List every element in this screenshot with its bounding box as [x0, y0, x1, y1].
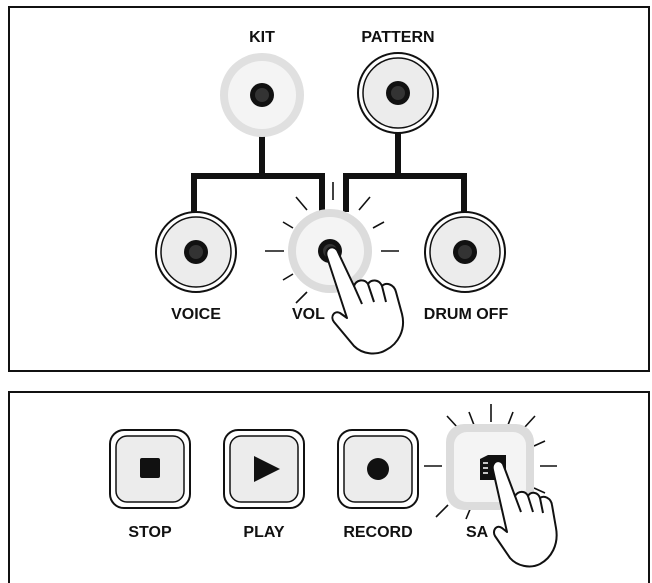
voice-knob[interactable] [155, 211, 237, 293]
control-diagram: KIT PATTERN VOICE VOL DRUM OFF STOP PLAY… [109, 29, 558, 568]
volume-label: VOL [292, 306, 325, 323]
stop-label: STOP [128, 524, 172, 541]
drum-off-label: DRUM OFF [424, 306, 509, 323]
pattern-label: PATTERN [361, 29, 434, 46]
kit-knob[interactable] [220, 53, 304, 137]
record-dot-icon [367, 458, 389, 480]
play-label: PLAY [243, 524, 285, 541]
voice-label: VOICE [171, 306, 221, 323]
drum-off-knob[interactable] [424, 211, 506, 293]
pattern-knob[interactable] [357, 52, 439, 134]
save-label: SA [466, 524, 489, 541]
stop-square-icon [140, 458, 160, 478]
play-button[interactable] [223, 429, 305, 509]
connector-lines [191, 130, 467, 212]
kit-label: KIT [249, 29, 275, 46]
record-label: RECORD [343, 524, 412, 541]
record-button[interactable] [337, 429, 419, 509]
stop-button[interactable] [109, 429, 191, 509]
